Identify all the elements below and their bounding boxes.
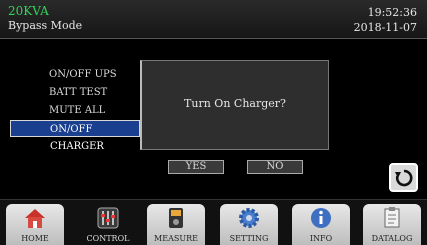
clock-date: 2018-11-07 (353, 21, 417, 34)
ups-model: 20KVA (8, 4, 49, 18)
nav-measure-label: MEASURE (154, 234, 198, 243)
menu-item-onoff-ups[interactable]: ON/OFF UPS (10, 66, 140, 83)
dialog-message: Turn On Charger? (184, 97, 286, 110)
ups-mode: Bypass Mode (8, 19, 83, 32)
clock-time: 19:52:36 (367, 6, 417, 19)
nav-control[interactable]: CONTROL (79, 204, 137, 245)
house-icon (25, 209, 45, 228)
menu-item-mute-all[interactable]: MUTE ALL (10, 102, 140, 119)
nav-control-label: CONTROL (86, 234, 130, 243)
menu-item-batt-test[interactable]: BATT TEST (10, 84, 140, 101)
nav-info[interactable]: INFO (292, 204, 350, 245)
back-button[interactable] (389, 163, 418, 192)
yes-button[interactable]: YES (168, 160, 224, 174)
meter-icon (169, 208, 183, 228)
back-arrow-icon (394, 169, 412, 186)
nav-info-label: INFO (309, 234, 333, 243)
gear-icon (239, 208, 259, 228)
sliders-icon (97, 207, 119, 229)
nav-measure[interactable]: MEASURE (147, 204, 205, 245)
nav-home-label: HOME (21, 234, 49, 243)
nav-datalog[interactable]: DATALOG (363, 204, 421, 245)
nav-home[interactable]: HOME (6, 204, 64, 245)
nav-setting[interactable]: SETTING (220, 204, 278, 245)
nav-datalog-label: DATALOG (371, 234, 413, 243)
info-icon (311, 208, 331, 228)
nav-setting-label: SETTING (229, 234, 269, 243)
log-icon (384, 207, 400, 228)
menu-item-onoff-charger[interactable]: ON/OFF CHARGER (10, 120, 140, 152)
confirm-dialog: Turn On Charger? (140, 60, 329, 150)
control-menu: ON/OFF UPS BATT TEST MUTE ALL ON/OFF CHA… (10, 66, 140, 152)
no-button[interactable]: NO (247, 160, 303, 174)
status-bar: 20KVA Bypass Mode 19:52:36 2018-11-07 (0, 0, 427, 39)
nav-bar: HOME CONTROL MEASURE SETTING INFO DATALO… (0, 199, 427, 245)
